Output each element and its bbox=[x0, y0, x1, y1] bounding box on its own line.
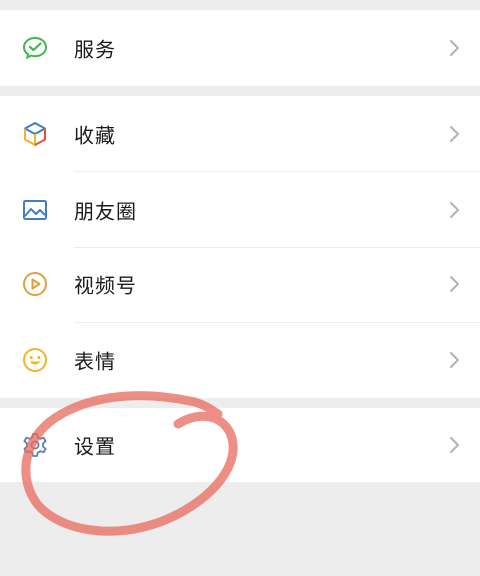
menu-item-label: 收藏 bbox=[74, 123, 116, 148]
chevron-right-icon bbox=[448, 200, 462, 220]
settings-group: 设置 bbox=[0, 408, 480, 482]
menu-item-label: 服务 bbox=[74, 37, 116, 62]
menu-item-channels[interactable]: 视频号 bbox=[0, 246, 480, 322]
cube-icon bbox=[21, 120, 49, 148]
menu-item-stickers[interactable]: 表情 bbox=[0, 322, 480, 398]
menu-item-label: 表情 bbox=[74, 349, 116, 374]
wechat-pay-icon bbox=[21, 34, 49, 62]
menu-item-settings[interactable]: 设置 bbox=[0, 408, 480, 482]
chevron-right-icon bbox=[448, 38, 462, 58]
image-icon bbox=[21, 196, 49, 224]
services-group: 服务 bbox=[0, 10, 480, 86]
me-page: 服务 收藏 朋友圈 视频号 表情 设置 bbox=[0, 0, 480, 576]
gear-icon bbox=[21, 431, 49, 459]
smiley-icon bbox=[21, 346, 49, 374]
menu-item-label: 视频号 bbox=[74, 273, 137, 298]
menu-item-label: 朋友圈 bbox=[74, 199, 137, 224]
menu-item-label: 设置 bbox=[74, 434, 116, 459]
main-group: 收藏 朋友圈 视频号 表情 bbox=[0, 96, 480, 398]
chevron-right-icon bbox=[448, 124, 462, 144]
play-circle-icon bbox=[21, 270, 49, 298]
chevron-right-icon bbox=[448, 350, 462, 370]
menu-item-moments[interactable]: 朋友圈 bbox=[0, 172, 480, 248]
chevron-right-icon bbox=[448, 435, 462, 455]
menu-item-services[interactable]: 服务 bbox=[0, 10, 480, 86]
chevron-right-icon bbox=[448, 274, 462, 294]
menu-item-favorites[interactable]: 收藏 bbox=[0, 96, 480, 172]
